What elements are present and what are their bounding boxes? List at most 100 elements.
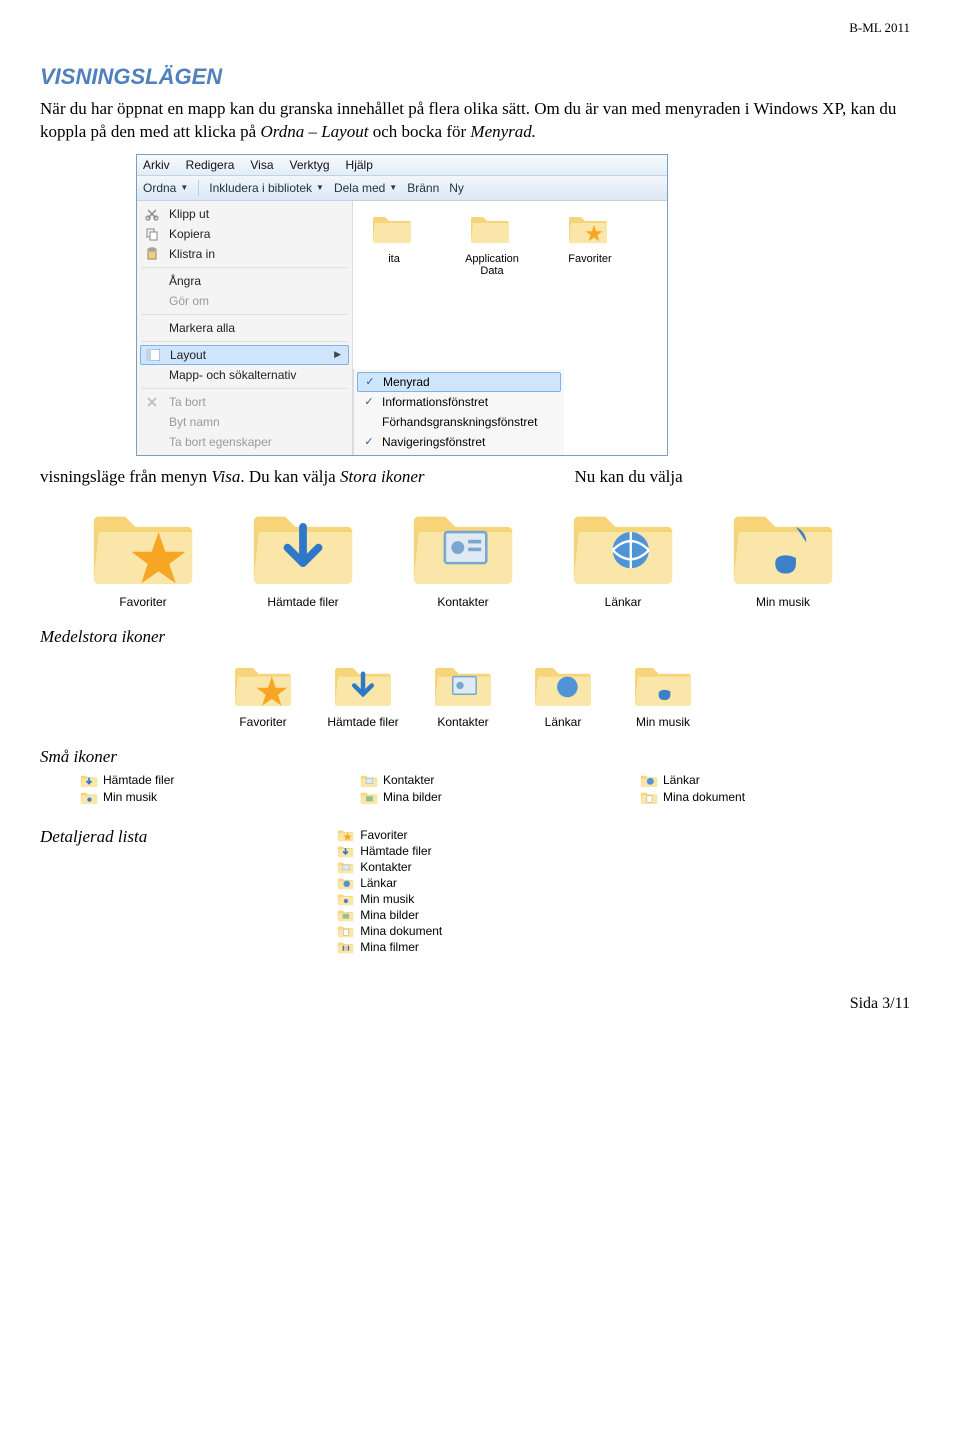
tile-label: Länkar (605, 595, 642, 609)
subheading-sma: Små ikoner (40, 747, 910, 767)
ctx-selectall[interactable]: Markera alla (137, 318, 352, 338)
menubar-verktyg[interactable]: Verktyg (290, 158, 330, 172)
tile-lankar[interactable]: Länkar (558, 501, 688, 609)
check-icon: ✓ (362, 395, 376, 408)
tile-label: Min musik (636, 715, 690, 729)
intro-paragraph: När du har öppnat en mapp kan du granska… (40, 98, 910, 144)
intro-ordna: Ordna – Layout (260, 122, 368, 141)
sitem-kontakter[interactable]: Kontakter (360, 773, 640, 788)
menubar-hjalp[interactable]: Hjälp (346, 158, 373, 172)
ditem-label: Kontakter (360, 860, 411, 874)
tile-label: Hämtade filer (327, 715, 398, 729)
screenshot-ordna-menu: Arkiv Redigera Visa Verktyg Hjälp Ordna … (136, 154, 668, 456)
ctx-rename-label: Byt namn (169, 415, 220, 429)
ctx-paste[interactable]: Klistra in (137, 244, 352, 264)
mtile-musik[interactable]: Min musik (620, 659, 706, 729)
ctx-cut[interactable]: Klipp ut (137, 204, 352, 224)
ctx-cut-label: Klipp ut (169, 207, 209, 221)
check-icon: ✓ (362, 435, 376, 448)
ctx-copy-label: Kopiera (169, 227, 210, 241)
toolbar: Ordna ▼ Inkludera i bibliotek ▼ Dela med… (137, 176, 667, 201)
sub-info[interactable]: ✓ Informationsfönstret (354, 392, 564, 412)
ditem-label: Mina filmer (360, 940, 419, 954)
ctx-folderoptions[interactable]: Mapp- och sökalternativ (137, 365, 352, 385)
chevron-down-icon: ▼ (180, 183, 188, 192)
chevron-down-icon: ▼ (389, 183, 397, 192)
sub-preview-label: Förhandsgranskningsfönstret (382, 415, 537, 429)
explorer-content: ita Application Data Favoriter (353, 201, 667, 369)
toolbar-share[interactable]: Dela med ▼ (334, 181, 397, 195)
tile-kontakter[interactable]: Kontakter (398, 501, 528, 609)
paste-icon (143, 247, 161, 261)
section-title: VISNINGSLÄGEN (40, 64, 910, 90)
mtile-kontakter[interactable]: Kontakter (420, 659, 506, 729)
detailed-list: Favoriter Hämtade filer Kontakter Länkar… (337, 827, 507, 955)
after-menu-prefix: visningsläge från menyn (40, 467, 211, 486)
ditem-filmer[interactable]: Mina filmer (337, 939, 507, 955)
toolbar-share-label: Dela med (334, 181, 385, 195)
ditem-bilder[interactable]: Mina bilder (337, 907, 507, 923)
chevron-down-icon: ▼ (316, 183, 324, 192)
ctx-separator (141, 267, 348, 268)
tile-hamtade[interactable]: Hämtade filer (238, 501, 368, 609)
sitem-dokument[interactable]: Mina dokument (640, 790, 870, 805)
ditem-hamtade[interactable]: Hämtade filer (337, 843, 507, 859)
tile-musik[interactable]: Min musik (718, 501, 848, 609)
ctx-paste-label: Klistra in (169, 247, 215, 261)
ctx-copy[interactable]: Kopiera (137, 224, 352, 244)
sub-menyrad[interactable]: ✓ Menyrad (357, 372, 561, 392)
sub-info-label: Informationsfönstret (382, 395, 488, 409)
large-icons-row: Favoriter Hämtade filer Kontakter Länkar… (78, 501, 910, 609)
tile-favoriter[interactable]: Favoriter (78, 501, 208, 609)
after-menu-mid: . Du kan välja (240, 467, 340, 486)
ditem-favoriter[interactable]: Favoriter (337, 827, 507, 843)
small-icons-grid: Hämtade filer Kontakter Länkar Min musik… (80, 773, 910, 805)
toolbar-separator (198, 180, 199, 196)
mtile-favoriter[interactable]: Favoriter (220, 659, 306, 729)
ctx-undo[interactable]: Ångra (137, 271, 352, 291)
sub-nav[interactable]: ✓ Navigeringsfönstret (354, 432, 564, 452)
folder-ita-label: ita (388, 253, 400, 265)
tile-label: Kontakter (437, 595, 488, 609)
menubar-redigera[interactable]: Redigera (186, 158, 235, 172)
scissors-icon (143, 207, 161, 221)
folder-ita[interactable]: ita (359, 211, 429, 265)
menubar-visa[interactable]: Visa (250, 158, 273, 172)
ctx-layout[interactable]: Layout ▶ (140, 345, 349, 365)
menubar-arkiv[interactable]: Arkiv (143, 158, 170, 172)
toolbar-burn[interactable]: Bränn (407, 181, 439, 195)
toolbar-new-label: Ny (449, 181, 464, 195)
intro-menyrad: Menyrad. (470, 122, 536, 141)
sitem-musik[interactable]: Min musik (80, 790, 360, 805)
sitem-lankar[interactable]: Länkar (640, 773, 870, 788)
ditem-dokument[interactable]: Mina dokument (337, 923, 507, 939)
sub-preview[interactable]: Förhandsgranskningsfönstret (354, 412, 564, 432)
folder-favoriter[interactable]: Favoriter (555, 211, 625, 265)
ditem-lankar[interactable]: Länkar (337, 875, 507, 891)
toolbar-ordna[interactable]: Ordna ▼ (143, 181, 188, 195)
folder-appdata[interactable]: Application Data (457, 211, 527, 277)
toolbar-include[interactable]: Inkludera i bibliotek ▼ (209, 181, 324, 195)
medium-icons-row: Favoriter Hämtade filer Kontakter Länkar… (220, 659, 910, 729)
menubar: Arkiv Redigera Visa Verktyg Hjälp (137, 155, 667, 176)
ditem-label: Favoriter (360, 828, 407, 842)
toolbar-ordna-label: Ordna (143, 181, 176, 195)
after-menu-visa: Visa (211, 467, 240, 486)
mtile-hamtade[interactable]: Hämtade filer (320, 659, 406, 729)
ctx-folderoptions-label: Mapp- och sökalternativ (169, 368, 296, 382)
ctx-undo-label: Ångra (169, 274, 201, 288)
toolbar-new[interactable]: Ny (449, 181, 464, 195)
mtile-lankar[interactable]: Länkar (520, 659, 606, 729)
ctx-rename: Byt namn (137, 412, 352, 432)
ditem-musik[interactable]: Min musik (337, 891, 507, 907)
intro-mid: och bocka för (373, 122, 471, 141)
sitem-label: Min musik (103, 790, 157, 804)
sitem-bilder[interactable]: Mina bilder (360, 790, 640, 805)
ditem-kontakter[interactable]: Kontakter (337, 859, 507, 875)
ctx-separator (141, 341, 348, 342)
sitem-hamtade[interactable]: Hämtade filer (80, 773, 360, 788)
subheading-det: Detaljerad lista (40, 827, 147, 847)
check-icon: ✓ (363, 375, 377, 388)
sitem-label: Kontakter (383, 773, 434, 787)
sitem-label: Mina dokument (663, 790, 745, 804)
